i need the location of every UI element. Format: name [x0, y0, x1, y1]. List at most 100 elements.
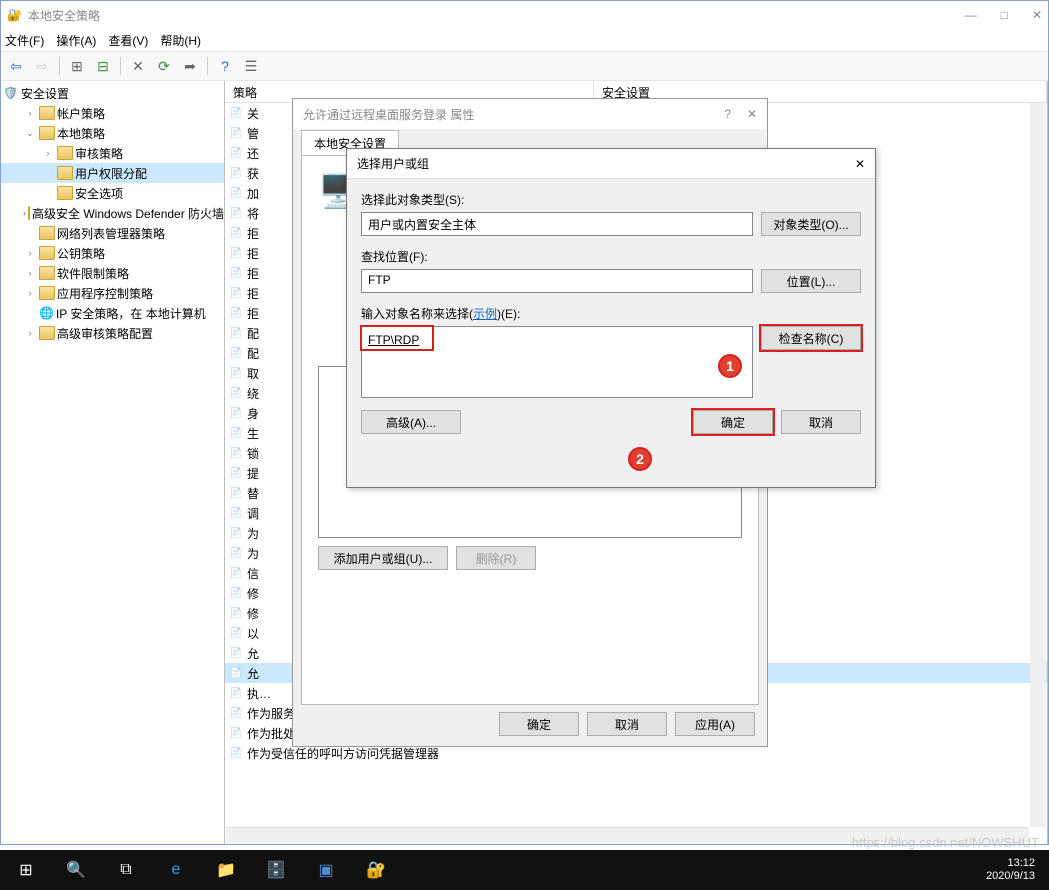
- explorer-icon[interactable]: 📁: [204, 850, 248, 890]
- clock-time: 13:12: [986, 857, 1035, 870]
- menubar[interactable]: 文件(F) 操作(A) 查看(V) 帮助(H): [1, 29, 1048, 51]
- select-user-dialog: 选择用户或组 ✕ 选择此对象类型(S): 用户或内置安全主体 对象类型(O)..…: [346, 148, 876, 488]
- policy-icon: 📄: [229, 366, 243, 380]
- tree-item-label: 高级安全 Windows Defender 防火墙: [32, 205, 224, 222]
- folder-icon: [57, 166, 73, 180]
- ok-button[interactable]: 确定: [693, 410, 773, 434]
- shield-icon: 🛡️: [3, 86, 19, 100]
- policy-icon: 📄: [229, 426, 243, 440]
- close-button[interactable]: ✕: [855, 157, 865, 171]
- policy-icon: 📄: [229, 686, 243, 700]
- expand-icon[interactable]: ›: [41, 148, 55, 158]
- menu-view[interactable]: 查看(V): [108, 32, 148, 49]
- tree-item-label: 网络列表管理器策略: [57, 225, 165, 242]
- powershell-icon[interactable]: ▣: [304, 850, 348, 890]
- taskbar[interactable]: ⊞ 🔍 ⧉ e 📁 🗄️ ▣ 🔐 13:12 2020/9/13: [0, 850, 1049, 890]
- tree-item-label: IP 安全策略，在 本地计算机: [56, 305, 206, 322]
- policy-icon: 📄: [229, 286, 243, 300]
- policy-icon: 📄: [229, 246, 243, 260]
- tree-item[interactable]: › 高级审核策略配置: [1, 323, 224, 343]
- menu-action[interactable]: 操作(A): [56, 32, 96, 49]
- ok-button[interactable]: 确定: [499, 712, 579, 736]
- advanced-button[interactable]: 高级(A)...: [361, 410, 461, 434]
- vertical-scrollbar[interactable]: [1030, 103, 1046, 827]
- object-type-button[interactable]: 对象类型(O)...: [761, 212, 861, 236]
- refresh-button[interactable]: ⟳: [153, 55, 175, 77]
- check-names-button[interactable]: 检查名称(C): [761, 326, 861, 350]
- tree-item[interactable]: › 公钥策略: [1, 243, 224, 263]
- object-names-input[interactable]: FTP\RDP: [361, 326, 753, 398]
- tree-item-label: 用户权限分配: [75, 165, 147, 182]
- policy-icon: 📄: [229, 166, 243, 180]
- tree-button[interactable]: ⊟: [92, 55, 114, 77]
- close-button[interactable]: ✕: [747, 107, 757, 121]
- expand-icon[interactable]: ›: [23, 248, 37, 258]
- tree-item-label: 安全选项: [75, 185, 123, 202]
- expand-icon[interactable]: ›: [23, 288, 37, 298]
- policy-icon: 📄: [229, 586, 243, 600]
- server-manager-icon[interactable]: 🗄️: [254, 850, 298, 890]
- location-button[interactable]: 位置(L)...: [761, 269, 861, 293]
- tree-root[interactable]: 🛡️ 安全设置: [1, 83, 224, 103]
- expand-icon[interactable]: ⌄: [23, 128, 37, 139]
- tree-item[interactable]: 用户权限分配: [1, 163, 224, 183]
- back-button[interactable]: ⇦: [5, 55, 27, 77]
- policy-icon: 📄: [229, 606, 243, 620]
- example-link[interactable]: 示例: [473, 307, 497, 321]
- close-button[interactable]: ✕: [1032, 8, 1042, 22]
- export-button[interactable]: ➦: [179, 55, 201, 77]
- edge-icon[interactable]: e: [154, 850, 198, 890]
- policy-icon: 📄: [229, 626, 243, 640]
- tree-item[interactable]: ›应用程序控制策略: [1, 283, 224, 303]
- minimize-button[interactable]: —: [965, 8, 977, 22]
- maximize-button[interactable]: □: [1001, 8, 1008, 22]
- security-policy-icon[interactable]: 🔐: [354, 850, 398, 890]
- app-icon: 🔐: [7, 8, 22, 22]
- menu-file[interactable]: 文件(F): [5, 32, 44, 49]
- policy-icon: 📄: [229, 266, 243, 280]
- expand-icon[interactable]: ›: [23, 108, 37, 118]
- expand-icon[interactable]: ›: [23, 328, 37, 338]
- object-type-label: 选择此对象类型(S):: [361, 191, 861, 208]
- expand-icon[interactable]: ›: [23, 208, 26, 218]
- tree-item[interactable]: ⌄本地策略: [1, 123, 224, 143]
- tree-item[interactable]: 安全选项: [1, 183, 224, 203]
- help-button[interactable]: ?: [724, 107, 731, 121]
- cancel-button[interactable]: 取消: [781, 410, 861, 434]
- tree-item-label: 公钥策略: [57, 245, 105, 262]
- policy-icon: 📄: [229, 526, 243, 540]
- system-tray[interactable]: 13:12 2020/9/13: [986, 857, 1045, 883]
- forward-button[interactable]: ⇨: [31, 55, 53, 77]
- apply-button[interactable]: 应用(A): [675, 712, 755, 736]
- start-button[interactable]: ⊞: [4, 850, 48, 890]
- folder-icon: [39, 266, 55, 280]
- tree-item[interactable]: ›审核策略: [1, 143, 224, 163]
- tree-item[interactable]: › 高级安全 Windows Defender 防火墙: [1, 203, 224, 223]
- policy-icon: 📄: [229, 186, 243, 200]
- clock-date: 2020/9/13: [986, 870, 1035, 883]
- object-type-field: 用户或内置安全主体: [361, 212, 753, 236]
- policy-icon: 📄: [229, 106, 243, 120]
- props-button[interactable]: ☰: [240, 55, 262, 77]
- cancel-button[interactable]: 取消: [587, 712, 667, 736]
- folder-icon: [39, 286, 55, 300]
- tree-item[interactable]: 🌐IP 安全策略，在 本地计算机: [1, 303, 224, 323]
- tree-item-label: 高级审核策略配置: [57, 325, 153, 342]
- menu-help[interactable]: 帮助(H): [160, 32, 201, 49]
- tree-item[interactable]: ›软件限制策略: [1, 263, 224, 283]
- up-button[interactable]: ⊞: [66, 55, 88, 77]
- delete-button[interactable]: 删除(R): [456, 546, 536, 570]
- tree-item[interactable]: 网络列表管理器策略: [1, 223, 224, 243]
- tree-item-label: 帐户策略: [57, 105, 105, 122]
- window-title: 本地安全策略: [28, 7, 100, 24]
- help-button[interactable]: ?: [214, 55, 236, 77]
- policy-icon: 📄: [229, 206, 243, 220]
- delete-button[interactable]: ✕: [127, 55, 149, 77]
- tree-panel[interactable]: 🛡️ 安全设置 › 帐户策略⌄本地策略›审核策略用户权限分配安全选项 › 高级安全 W…: [1, 81, 225, 844]
- expand-icon[interactable]: ›: [23, 268, 37, 278]
- search-icon[interactable]: 🔍: [54, 850, 98, 890]
- task-view-icon[interactable]: ⧉: [104, 850, 148, 890]
- tree-item[interactable]: › 帐户策略: [1, 103, 224, 123]
- policy-icon: 📄: [229, 646, 243, 660]
- add-user-button[interactable]: 添加用户或组(U)...: [318, 546, 448, 570]
